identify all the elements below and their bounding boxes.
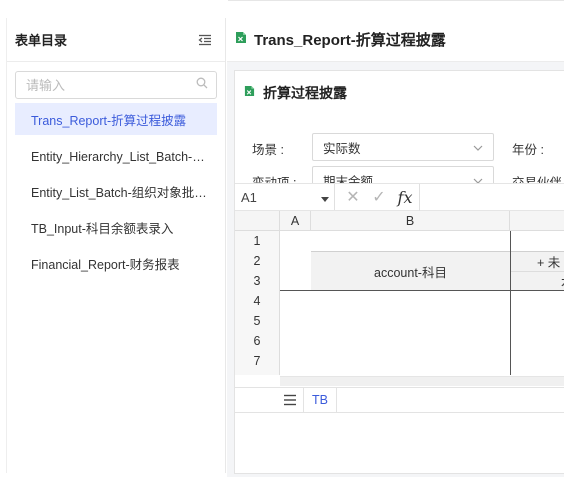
row-header-5[interactable]: 5: [235, 311, 280, 331]
year-label: 年份 :: [512, 143, 544, 157]
collapse-sidebar-icon[interactable]: [197, 32, 213, 48]
column-header-a[interactable]: A: [280, 211, 311, 231]
scene-select[interactable]: 实际数: [312, 133, 494, 161]
divider: [228, 0, 564, 1]
top-strip: [0, 0, 564, 18]
cell-reference-box[interactable]: A1: [235, 184, 335, 210]
formula-tools: ✕ ✓ fx: [335, 184, 415, 210]
scene-value: 实际数: [323, 141, 361, 156]
cell-reference: A1: [241, 189, 257, 205]
search-icon[interactable]: [196, 76, 208, 94]
report-panel: 折算过程披露 场景 : 实际数 年份 : 变动项 : 期末余额 交易伙伴 : A…: [234, 70, 564, 474]
sheet-tab-bar: TB: [235, 387, 564, 413]
search-box: [15, 71, 217, 99]
row-header-6[interactable]: 6: [235, 331, 280, 351]
account-header-cell[interactable]: account-科目: [311, 251, 510, 291]
panel-title-row: 折算过程披露: [244, 83, 347, 103]
period-header-cell[interactable]: + 未: [511, 251, 564, 271]
row-header-4[interactable]: 4: [235, 291, 280, 311]
search-input[interactable]: [26, 77, 196, 93]
tree-item-label: Trans_Report-折算过程披露: [31, 113, 187, 128]
main-content: Trans_Report-折算过程披露 折算过程披露 场景 : 实际数 年份 :…: [227, 18, 564, 477]
function-icon[interactable]: fx: [395, 188, 415, 207]
sheet-tab-tb[interactable]: TB: [303, 388, 337, 412]
caret-down-icon: [321, 190, 329, 205]
sidebar-title: 表单目录: [15, 33, 68, 48]
horizontal-scrollbar[interactable]: [280, 376, 564, 386]
divider: [419, 184, 420, 212]
tree-item-entity-list[interactable]: Entity_List_Batch-组织对象批量录入: [15, 175, 217, 207]
tree-item-entity-hierarchy[interactable]: Entity_Hierarchy_List_Batch-组织架构批量: [15, 139, 217, 171]
tree-item-label: TB_Input-科目余额表录入: [31, 221, 174, 236]
form-directory-sidebar: 表单目录 Trans_Report-折算过程披露 Entity_Hierarch…: [6, 18, 226, 473]
row-header-7[interactable]: 7: [235, 351, 280, 371]
tree-item-financial-report[interactable]: Financial_Report-财务报表: [15, 247, 217, 279]
panel-title: 折算过程披露: [263, 85, 347, 101]
formula-bar: A1 ✕ ✓ fx: [235, 183, 564, 212]
tree-item-tb-input[interactable]: TB_Input-科目余额表录入: [15, 211, 217, 243]
column-header-c[interactable]: [510, 211, 564, 231]
row-header-2[interactable]: 2: [235, 251, 280, 271]
chevron-down-icon: [473, 140, 483, 154]
spreadsheet-file-icon: [244, 84, 255, 102]
corner-cell[interactable]: [235, 211, 280, 231]
sidebar-header: 表单目录: [7, 18, 225, 62]
sheet-list-menu-icon[interactable]: [282, 392, 298, 408]
frozen-column-line: [510, 231, 511, 375]
cancel-icon[interactable]: ✕: [343, 187, 363, 207]
main-header: Trans_Report-折算过程披露: [227, 18, 564, 62]
row-header-1[interactable]: 1: [235, 231, 280, 251]
confirm-icon[interactable]: ✓: [369, 187, 389, 207]
frozen-row-line: [280, 290, 564, 291]
form-tree: Trans_Report-折算过程披露 Entity_Hierarchy_Lis…: [7, 103, 225, 279]
column-header-b[interactable]: B: [311, 211, 510, 231]
period-subheader-cell[interactable]: 本: [511, 271, 564, 291]
tree-item-label: Entity_Hierarchy_List_Batch-组织架构批量: [31, 149, 217, 164]
row-header-8[interactable]: 8: [235, 371, 280, 375]
spreadsheet-file-icon: [235, 31, 247, 49]
page-title: Trans_Report-折算过程披露: [254, 32, 446, 49]
tree-item-label: Financial_Report-财务报表: [31, 257, 180, 272]
spreadsheet-grid[interactable]: A B 1 2 3 4 5 6 7 8 account-科目 + 未 本: [235, 211, 564, 375]
tree-item-trans-report[interactable]: Trans_Report-折算过程披露: [15, 103, 217, 135]
scene-label: 场景 :: [252, 143, 284, 157]
tree-item-label: Entity_List_Batch-组织对象批量录入: [31, 185, 217, 200]
row-header-3[interactable]: 3: [235, 271, 280, 291]
